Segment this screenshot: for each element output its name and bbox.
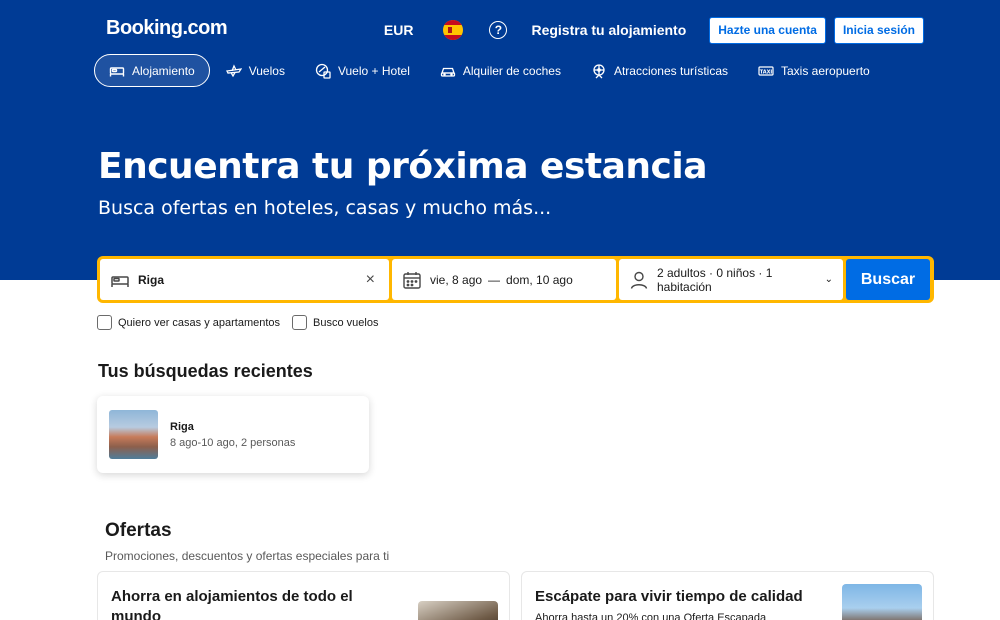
- nav-item-atracciones[interactable]: Atracciones turísticas: [577, 54, 742, 87]
- nav-label: Alquiler de coches: [462, 63, 561, 78]
- bed-icon: [109, 63, 125, 79]
- close-icon[interactable]: ×: [366, 271, 375, 289]
- guests-summary[interactable]: 2 adultos · 0 niños · 1 habitación: [657, 266, 819, 294]
- destination-thumbnail: [109, 410, 158, 459]
- nav-label: Alojamiento: [132, 63, 195, 78]
- recent-search-name: Riga: [170, 420, 194, 433]
- nav-item-alojamiento[interactable]: Alojamiento: [94, 54, 210, 87]
- create-account-button[interactable]: Hazte una cuenta: [709, 16, 826, 44]
- flights-checkbox[interactable]: Busco vuelos: [292, 315, 378, 330]
- sign-in-button[interactable]: Inicia sesión: [833, 16, 924, 44]
- help-icon[interactable]: ?: [489, 21, 508, 39]
- chevron-down-icon[interactable]: ⌄: [825, 274, 833, 285]
- flights-checkbox-label: Busco vuelos: [313, 316, 379, 329]
- dates-field[interactable]: vie, 8 ago — dom, 10 ago: [392, 259, 616, 300]
- header-actions: EUR ? Registra tu alojamiento Hazte una …: [384, 16, 924, 44]
- search-button[interactable]: Buscar: [846, 259, 930, 300]
- offer-image: [842, 584, 922, 620]
- nav-item-vuelo-hotel[interactable]: Vuelo + Hotel: [301, 54, 424, 87]
- offer-card[interactable]: Ahorra en alojamientos de todo el mundo: [97, 571, 510, 620]
- taxi-icon: TAXI: [758, 63, 774, 79]
- nav-label: Vuelo + Hotel: [337, 63, 410, 78]
- register-property-link[interactable]: Registra tu alojamiento: [531, 22, 686, 38]
- hero-subtitle: Busca ofertas en hoteles, casas y mucho …: [98, 197, 552, 219]
- product-nav: Alojamiento Vuelos Vuelo + Hotel Alquile…: [94, 54, 886, 87]
- destination-field[interactable]: Riga ×: [100, 259, 389, 300]
- checkbox-box[interactable]: [292, 315, 308, 330]
- nav-label: Taxis aeropuerto: [781, 63, 870, 78]
- recent-search-meta: 8 ago-10 ago, 2 personas: [170, 436, 296, 449]
- nav-label: Vuelos: [248, 63, 285, 78]
- guests-field[interactable]: 2 adultos · 0 niños · 1 habitación ⌄: [619, 259, 843, 300]
- nav-item-alquiler-coches[interactable]: Alquiler de coches: [426, 54, 575, 87]
- offer-description: Ahorra hasta un 20% con una Oferta Escap…: [535, 612, 767, 620]
- date-separator: —: [488, 272, 501, 287]
- bed-icon: [110, 270, 130, 290]
- calendar-icon: [402, 270, 422, 290]
- plane-hotel-icon: [315, 63, 331, 79]
- search-bar: Riga × vie, 8 ago — dom, 10 ago 2 adulto…: [97, 256, 934, 303]
- car-icon: [440, 63, 456, 79]
- offer-title: Ahorra en alojamientos de todo el mundo: [111, 588, 353, 620]
- hero-title: Encuentra tu próxima estancia: [98, 146, 708, 187]
- offer-card[interactable]: Escápate para vivir tiempo de calidad Ah…: [521, 571, 934, 620]
- recent-searches-title: Tus búsquedas recientes: [98, 361, 313, 381]
- plane-icon: [225, 63, 242, 79]
- recent-search-card[interactable]: Riga 8 ago-10 ago, 2 personas: [97, 396, 369, 473]
- currency-selector[interactable]: EUR: [384, 22, 414, 38]
- svg-text:TAXI: TAXI: [760, 69, 773, 75]
- checkout-date[interactable]: dom, 10 ago: [506, 273, 573, 287]
- destination-input[interactable]: Riga: [138, 273, 366, 287]
- search-options: Quiero ver casas y apartamentos Busco vu…: [97, 315, 390, 330]
- booking-logo[interactable]: Booking.com: [106, 17, 228, 40]
- homes-checkbox[interactable]: Quiero ver casas y apartamentos: [97, 315, 280, 330]
- homes-checkbox-label: Quiero ver casas y apartamentos: [118, 316, 281, 329]
- nav-label: Atracciones turísticas: [613, 63, 728, 78]
- checkin-date[interactable]: vie, 8 ago: [430, 273, 482, 287]
- person-icon: [629, 270, 649, 290]
- offer-image: [418, 601, 498, 620]
- offer-title: Escápate para vivir tiempo de calidad: [535, 588, 803, 605]
- offers-title: Ofertas: [105, 520, 172, 541]
- attractions-icon: [591, 63, 607, 79]
- offers-subtitle: Promociones, descuentos y ofertas especi…: [105, 549, 390, 563]
- spain-flag-icon[interactable]: [443, 20, 464, 40]
- nav-item-taxis[interactable]: TAXI Taxis aeropuerto: [744, 54, 884, 87]
- nav-item-vuelos[interactable]: Vuelos: [212, 54, 299, 87]
- checkbox-box[interactable]: [97, 315, 112, 330]
